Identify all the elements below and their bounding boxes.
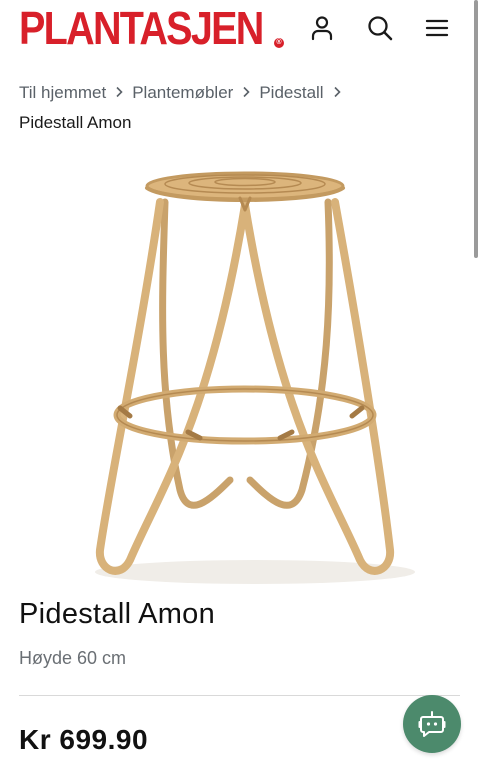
- rattan-stool-image: [95, 171, 415, 584]
- divider: [19, 695, 460, 696]
- brand-logo[interactable]: PLANTASJEN ®: [19, 2, 302, 54]
- breadcrumb-current: Pidestall Amon: [19, 113, 132, 132]
- chat-button[interactable]: [403, 695, 461, 753]
- page-scrollbar[interactable]: [474, 0, 478, 258]
- menu-icon: [425, 19, 449, 37]
- product-title: Pidestall Amon: [19, 598, 216, 630]
- account-button[interactable]: [308, 14, 336, 42]
- chat-bot-icon: [418, 711, 446, 737]
- product-height: Høyde 60 cm: [19, 648, 127, 668]
- menu-button[interactable]: [423, 14, 451, 42]
- product-price: Kr 699.90: [19, 724, 149, 755]
- chevron-right-icon: [106, 83, 132, 103]
- registered-mark: ®: [274, 38, 284, 48]
- breadcrumb-link-home[interactable]: Til hjemmet: [19, 83, 106, 103]
- chevron-right-icon: [233, 83, 259, 103]
- breadcrumb: Til hjemmet Plantemøbler Pidestall Pides…: [19, 82, 459, 133]
- site-header: PLANTASJEN ®: [0, 0, 480, 62]
- search-button[interactable]: [366, 14, 394, 42]
- breadcrumb-link-plant-furniture[interactable]: Plantemøbler: [132, 83, 233, 103]
- chevron-right-icon: [324, 83, 350, 103]
- logo-wordmark: PLANTASJEN: [19, 2, 264, 54]
- breadcrumb-link-pedestal[interactable]: Pidestall: [259, 83, 323, 103]
- search-icon: [368, 16, 393, 41]
- user-icon: [311, 16, 333, 41]
- product-image[interactable]: [70, 160, 420, 590]
